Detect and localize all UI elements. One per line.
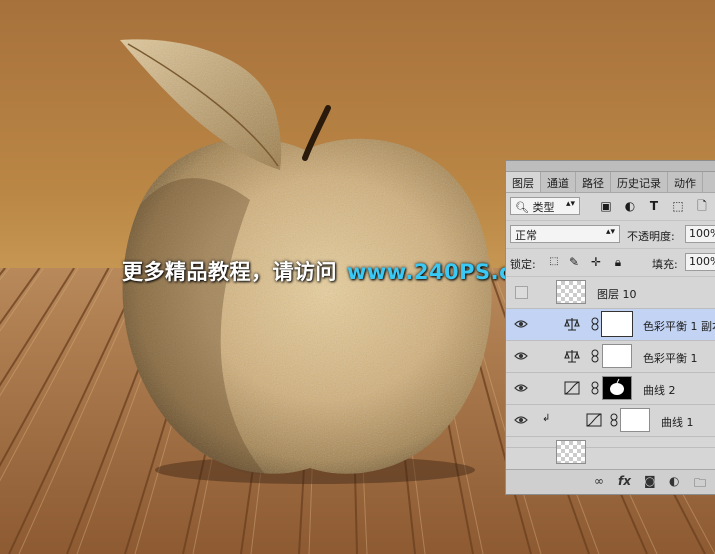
adjustment-filter-icon[interactable]: ◐ [622, 198, 638, 214]
blend-row: 正常 ▴▾ 不透明度: 100% [506, 221, 715, 249]
layer-name: 图层 10 [597, 288, 637, 301]
layer-list: 图层 10 色彩平衡 1 副本 色彩平衡 1 曲线 2 ↲ 曲线 1 [506, 277, 715, 464]
layer-mask-thumbnail[interactable] [602, 344, 632, 368]
lock-icon[interactable]: 🔒︎ [610, 254, 626, 270]
updown-icon: ▴▾ [605, 227, 615, 237]
adjustment-icon[interactable]: ◐ [669, 474, 679, 488]
layer-row-curves2[interactable]: 曲线 2 [506, 373, 715, 405]
layer-mask-thumbnail[interactable] [620, 408, 650, 432]
fx-icon[interactable]: fx [618, 474, 631, 488]
watermark: 更多精品教程，请访问 www.240PS.com [122, 256, 549, 286]
panel-grip[interactable] [506, 161, 715, 172]
layer-row-curves1[interactable]: ↲ 曲线 1 [506, 405, 715, 437]
tab-layers[interactable]: 图层 [506, 172, 541, 192]
folder-icon[interactable]: 🗀︎ [694, 474, 706, 494]
smart-object-filter-icon[interactable]: 🗋︎ [694, 198, 710, 214]
layer-row-layer10[interactable]: 图层 10 [506, 277, 715, 309]
layer-row-partial[interactable] [506, 437, 715, 464]
chain-link-icon[interactable] [591, 349, 599, 363]
layer-name: 曲线 2 [643, 384, 676, 397]
pixel-filter-icon[interactable]: ▣ [598, 198, 614, 214]
layer-name: 曲线 1 [661, 416, 694, 429]
blend-mode-select[interactable]: 正常 ▴▾ [510, 225, 620, 243]
blend-mode-value: 正常 [515, 229, 537, 242]
fill-input[interactable]: 100% [685, 253, 715, 271]
chain-link-icon[interactable] [591, 317, 599, 331]
eye-icon[interactable] [514, 382, 528, 394]
filter-row: 🔍︎ 类型 ▴▾ ▣ ◐ T ⬚ 🗋︎ [506, 193, 715, 221]
move-icon[interactable]: ✛ [588, 254, 604, 270]
panel-tabs: 图层 通道 路径 历史记录 动作 [506, 172, 715, 193]
eye-icon[interactable] [514, 414, 528, 426]
layer-mask-thumbnail[interactable] [602, 376, 632, 400]
shape-filter-icon[interactable]: ⬚ [670, 198, 686, 214]
balance-scale-icon [564, 318, 580, 331]
clipping-arrow-icon: ↲ [542, 413, 551, 424]
type-filter-icon[interactable]: T [646, 198, 662, 214]
watermark-text: 更多精品教程，请访问 [122, 260, 337, 284]
lock-transparent-icon[interactable]: ⬚ [546, 254, 562, 270]
opacity-label: 不透明度: [627, 230, 675, 243]
curves-icon [586, 413, 602, 427]
chain-link-icon[interactable] [591, 381, 599, 395]
link-icon[interactable]: ∞ [594, 474, 604, 488]
chain-link-icon[interactable] [610, 413, 618, 427]
opacity-input[interactable]: 100% [685, 225, 715, 243]
layer-row-color-balance[interactable]: 色彩平衡 1 [506, 341, 715, 373]
eye-icon[interactable] [514, 318, 528, 330]
balance-scale-icon [564, 350, 580, 363]
brush-icon[interactable]: ✎ [566, 254, 582, 270]
curves-icon [564, 381, 580, 395]
lock-label: 锁定: [510, 258, 536, 271]
tab-paths[interactable]: 路径 [576, 172, 611, 192]
apple-mask-shape [610, 378, 624, 395]
lock-row: 锁定: ⬚ ✎ ✛ 🔒︎ 填充: 100% [506, 249, 715, 277]
layer-name: 色彩平衡 1 [643, 352, 698, 365]
layer-thumbnail [556, 440, 586, 464]
layer-name: 色彩平衡 1 副本 [643, 320, 715, 333]
eye-icon[interactable] [514, 350, 528, 362]
layers-panel: 图层 通道 路径 历史记录 动作 🔍︎ 类型 ▴▾ ▣ ◐ T ⬚ 🗋︎ 正常 … [505, 160, 715, 495]
layer-row-color-balance-copy[interactable]: 色彩平衡 1 副本 [506, 309, 715, 341]
filter-kind-label: 类型 [532, 201, 555, 214]
updown-icon: ▴▾ [565, 199, 575, 209]
fill-label: 填充: [652, 258, 678, 271]
layer-mask-thumbnail[interactable] [601, 311, 633, 337]
mask-icon[interactable]: ◙ [644, 474, 656, 488]
search-icon: 🔍︎ [515, 201, 529, 214]
tab-channels[interactable]: 通道 [541, 172, 576, 192]
tab-actions[interactable]: 动作 [668, 172, 703, 192]
filter-kind-select[interactable]: 🔍︎ 类型 ▴▾ [510, 197, 580, 215]
visibility-toggle[interactable] [515, 286, 528, 299]
tab-history[interactable]: 历史记录 [611, 172, 668, 192]
layer-thumbnail [556, 280, 586, 304]
panel-footer: ∞ fx ◙ ◐ 🗀︎ [506, 469, 715, 494]
